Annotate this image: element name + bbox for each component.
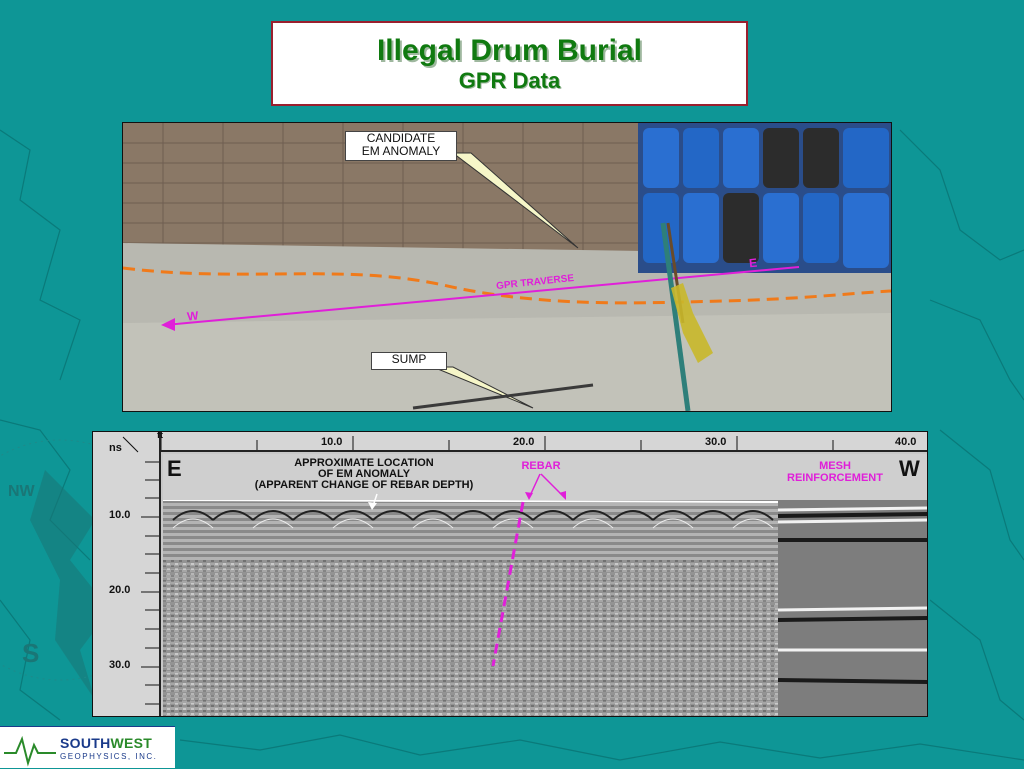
west-label: W bbox=[186, 308, 200, 324]
title-box: Illegal Drum Burial GPR Data bbox=[271, 21, 748, 106]
east-label: E bbox=[748, 255, 758, 271]
logo-name-part2: WEST bbox=[110, 735, 153, 751]
svg-text:NW: NW bbox=[8, 483, 36, 500]
seismic-wave-icon bbox=[4, 735, 56, 767]
logo-subtitle: GEOPHYSICS, INC. bbox=[60, 752, 158, 761]
callout-em-anomaly: CANDIDATE EM ANOMALY bbox=[345, 131, 457, 161]
logo-name: SOUTHWEST bbox=[60, 735, 152, 751]
company-logo: SOUTHWEST GEOPHYSICS, INC. bbox=[0, 726, 175, 768]
gpr-radargram: ns 10.0 20.0 30.0 ft 10.0 20.0 30.0 40.0 bbox=[92, 431, 928, 717]
callout-sump: SUMP bbox=[371, 352, 447, 370]
slide-title: Illegal Drum Burial bbox=[376, 34, 643, 67]
slide-subtitle: GPR Data bbox=[458, 68, 561, 93]
site-photo: CANDIDATE EM ANOMALY SUMP GPR TRAVERSE W… bbox=[122, 122, 892, 412]
logo-name-part1: SOUTH bbox=[60, 735, 111, 751]
svg-text:S: S bbox=[22, 638, 39, 668]
